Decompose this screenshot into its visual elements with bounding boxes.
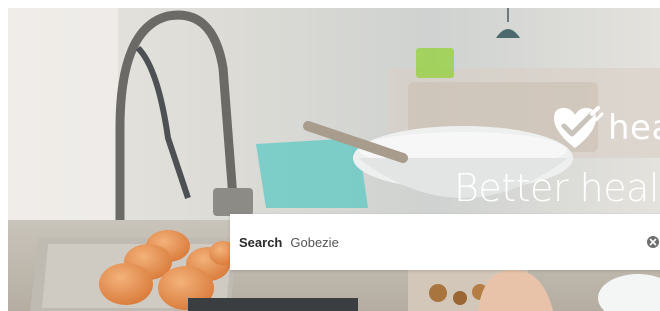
brand-name: hea (608, 108, 660, 148)
heart-check-icon (554, 106, 604, 148)
search-bar: Search (230, 214, 660, 270)
clear-circle-icon[interactable] (646, 235, 660, 249)
search-label: Search (239, 234, 283, 250)
search-input[interactable] (290, 234, 621, 250)
brand[interactable]: hea (548, 104, 660, 152)
hero-section: hea Better heal Search (8, 8, 660, 311)
hero-tagline: Better heal (454, 166, 659, 210)
